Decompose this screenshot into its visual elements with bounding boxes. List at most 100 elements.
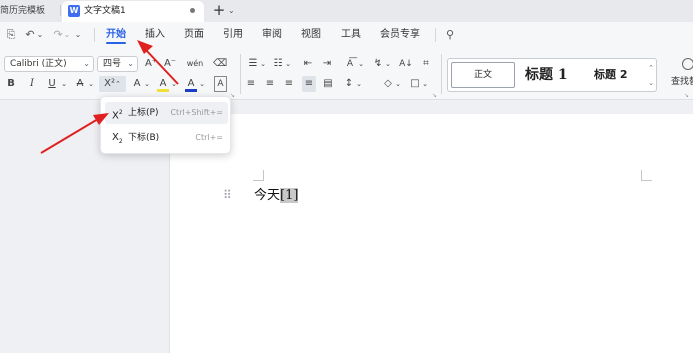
- ribbon-separator: [441, 54, 442, 94]
- superscript-dropdown-button[interactable]: X²⌃: [99, 76, 126, 92]
- chinese-layout-chevron-icon[interactable]: ⌄: [357, 56, 365, 72]
- shrink-font-icon[interactable]: A⁻: [163, 56, 177, 72]
- underline-chevron-icon[interactable]: ⌄: [60, 76, 68, 92]
- menu-home[interactable]: 开始: [106, 27, 126, 43]
- menu-page[interactable]: 页面: [184, 27, 204, 43]
- paragraph-drag-handle-icon[interactable]: ⠿: [223, 188, 232, 202]
- document-text: 今天: [254, 188, 281, 203]
- bullets-icon[interactable]: ☰: [247, 56, 259, 72]
- search-icon[interactable]: ⚲: [444, 27, 456, 43]
- undo-more-chevron-icon[interactable]: ⌄: [36, 27, 44, 43]
- tab-separator: [60, 5, 61, 16]
- document-page[interactable]: [169, 114, 693, 353]
- align-center-icon[interactable]: ≡: [264, 76, 276, 92]
- tab-previous-document[interactable]: 简历完模板: [0, 2, 58, 20]
- align-right-icon[interactable]: ≡: [283, 76, 295, 92]
- menu-item-label: 下标(B): [128, 133, 160, 143]
- sort-icon[interactable]: A↓: [399, 56, 413, 72]
- font-name-select[interactable]: Calibri (正文) ⌄: [4, 56, 94, 72]
- style-gallery-scroll[interactable]: ⌃ ⌄: [647, 61, 655, 91]
- char-border-icon[interactable]: A: [214, 76, 227, 92]
- superscript-icon: X²: [104, 78, 115, 89]
- bold-icon[interactable]: B: [5, 76, 17, 92]
- borders-chevron-icon[interactable]: ⌄: [421, 76, 429, 92]
- paragraph-mark-chevron-icon[interactable]: ⌄: [384, 56, 392, 72]
- margin-corner-mark: [253, 170, 264, 181]
- strikethrough-chevron-icon[interactable]: ⌄: [87, 76, 95, 92]
- menu-reference[interactable]: 引用: [223, 27, 243, 43]
- highlight-chevron-icon[interactable]: ⌄: [170, 76, 178, 92]
- shading-chevron-icon[interactable]: ⌄: [394, 76, 402, 92]
- underline-icon[interactable]: U: [46, 76, 58, 92]
- numbering-chevron-icon[interactable]: ⌄: [284, 56, 292, 72]
- text-effect-icon[interactable]: A: [131, 76, 143, 92]
- font-group-launcher-icon[interactable]: ↘: [230, 93, 235, 99]
- menu-item-superscript[interactable]: X2 上标(P) Ctrl+Shift+=: [105, 102, 228, 124]
- save-icon[interactable]: ⎘: [5, 27, 17, 43]
- paragraph-group-launcher-icon[interactable]: ↘: [432, 93, 437, 99]
- highlight-glyph: A: [159, 78, 167, 89]
- align-left-icon[interactable]: ≡: [245, 76, 257, 92]
- font-size-select[interactable]: 四号 ⌄: [97, 56, 138, 72]
- menu-review[interactable]: 审阅: [262, 27, 282, 43]
- strikethrough-icon[interactable]: A: [74, 76, 86, 92]
- tab-list-chevron-icon[interactable]: ⌄: [228, 2, 238, 20]
- line-spacing-chevron-icon[interactable]: ⌄: [355, 76, 363, 92]
- highlight-icon[interactable]: A: [157, 76, 169, 92]
- subscript-icon: X2: [112, 132, 123, 145]
- menu-tools[interactable]: 工具: [341, 27, 361, 43]
- clear-format-icon[interactable]: ⌫: [213, 56, 227, 72]
- document-paragraph[interactable]: 今天[1]: [254, 186, 299, 205]
- menu-view[interactable]: 视图: [301, 27, 321, 43]
- style-heading-2[interactable]: 标题 2: [594, 62, 627, 88]
- menu-bar: ⎘ ↶ ⌄ ↷ ⌄ ⌄ 开始 插入 页面 引用 审阅 视图 工具 会员专享 ⚲: [0, 22, 693, 48]
- superscript-icon: X2: [112, 109, 123, 122]
- font-size-value: 四号: [103, 59, 122, 69]
- undo-icon[interactable]: ↶: [24, 27, 36, 43]
- shading-icon[interactable]: ◇: [382, 76, 394, 92]
- italic-icon[interactable]: I: [26, 76, 38, 92]
- superscript-dropdown-menu: X2 上标(P) Ctrl+Shift+= X2 下标(B) Ctrl+=: [100, 96, 231, 154]
- line-spacing-icon[interactable]: ↕: [343, 76, 355, 92]
- font-name-value: Calibri (正文): [10, 59, 67, 69]
- font-color-icon[interactable]: A: [185, 76, 197, 92]
- chevron-up-icon: ⌃: [114, 80, 121, 88]
- redo-more-chevron-icon[interactable]: ⌄: [63, 27, 71, 43]
- font-color-swatch: [185, 89, 197, 92]
- unsaved-dot-icon[interactable]: [190, 8, 195, 13]
- style-group-launcher-icon[interactable]: ↘: [684, 93, 689, 99]
- new-tab-button[interactable]: +: [212, 0, 226, 22]
- highlight-color-swatch: [157, 89, 169, 92]
- table-layout-icon[interactable]: ⌗: [419, 56, 433, 72]
- paragraph-mark-icon[interactable]: ↯: [372, 56, 384, 72]
- menu-item-subscript[interactable]: X2 下标(B) Ctrl+=: [105, 127, 228, 149]
- menu-insert[interactable]: 插入: [145, 27, 165, 43]
- font-color-chevron-icon[interactable]: ⌄: [198, 76, 206, 92]
- menu-item-label: 上标(P): [128, 108, 159, 118]
- menu-item-shortcut: Ctrl+Shift+=: [170, 108, 223, 117]
- style-normal[interactable]: 正文: [451, 62, 515, 88]
- menu-member[interactable]: 会员专享: [380, 27, 420, 43]
- borders-icon[interactable]: □: [409, 76, 421, 92]
- active-menu-indicator: [106, 42, 126, 44]
- phonetic-guide-icon[interactable]: wén: [183, 56, 207, 72]
- margin-corner-mark: [641, 170, 652, 181]
- chevron-down-icon: ⌄: [127, 59, 134, 68]
- chinese-layout-icon[interactable]: A͞: [343, 56, 357, 72]
- find-replace-icon[interactable]: [682, 58, 693, 70]
- quick-access-more-chevron-icon[interactable]: ⌄: [74, 27, 82, 43]
- writer-logo-icon: W: [68, 5, 80, 17]
- distribute-icon[interactable]: ▤: [322, 76, 334, 92]
- text-effect-chevron-icon[interactable]: ⌄: [143, 76, 151, 92]
- justify-icon[interactable]: ≡: [302, 76, 316, 92]
- bullets-chevron-icon[interactable]: ⌄: [259, 56, 267, 72]
- find-replace-button[interactable]: 查找替换: [671, 76, 693, 88]
- grow-font-icon[interactable]: A⁺: [144, 56, 158, 72]
- style-heading-1[interactable]: 标题 1: [525, 62, 568, 88]
- increase-indent-icon[interactable]: ⇥: [321, 56, 333, 72]
- selected-text: [1]: [280, 188, 299, 203]
- numbering-icon[interactable]: ☷: [272, 56, 284, 72]
- menu-item-shortcut: Ctrl+=: [195, 133, 223, 142]
- tab-active-document[interactable]: W 文字文稿1: [62, 1, 204, 22]
- decrease-indent-icon[interactable]: ⇤: [302, 56, 314, 72]
